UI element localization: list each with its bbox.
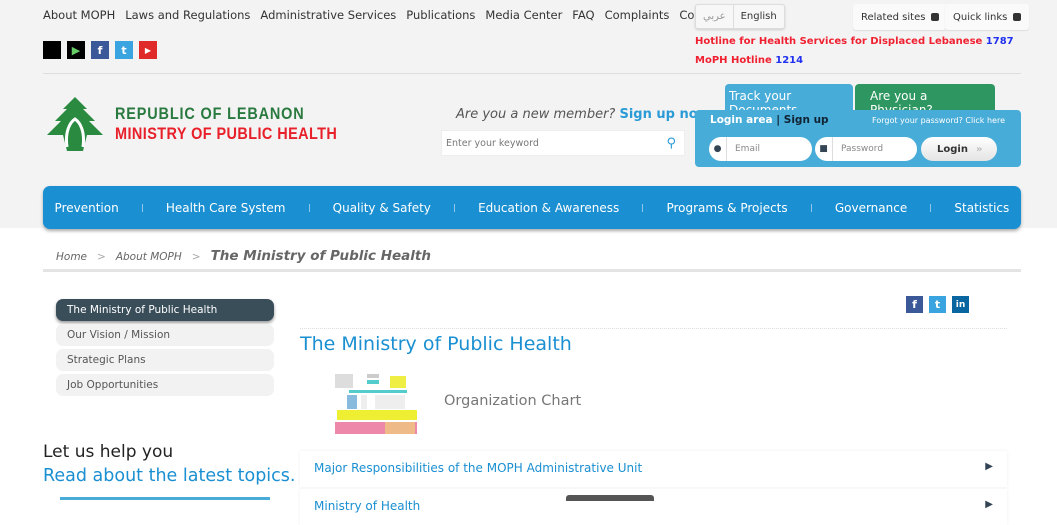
hotline-number: 1787 <box>985 36 1014 47</box>
breadcrumb-separator: > <box>97 251 106 263</box>
accordion-item[interactable]: Ministry of Health ▶ <box>300 489 1007 525</box>
nav-statistics[interactable]: Statistics <box>954 201 1009 215</box>
accordion-item[interactable]: Major Responsibilities of the MOPH Admin… <box>300 451 1007 487</box>
nav-separator <box>454 203 455 212</box>
breadcrumb-separator: > <box>191 251 201 263</box>
divider <box>43 269 1021 272</box>
breadcrumb-about[interactable]: About MOPH <box>116 251 182 263</box>
quick-links-label: Quick links <box>953 11 1008 23</box>
related-sites-button[interactable]: Related sites <box>853 4 948 30</box>
search-placeholder: Enter your keyword <box>446 138 539 149</box>
nav-separator <box>308 203 310 212</box>
login-button[interactable]: Login » <box>921 137 997 161</box>
help-title: Let us help you <box>43 442 174 462</box>
divider <box>43 73 1021 74</box>
hotline-text: Hotline for Health Services for Displace… <box>695 36 983 47</box>
org-chart-label[interactable]: Organization Chart <box>444 393 581 409</box>
top-link-complaints[interactable]: Complaints <box>605 8 670 22</box>
quick-links-button[interactable]: Quick links <box>945 4 1030 30</box>
breadcrumb-current: The Ministry of Public Health <box>210 248 431 264</box>
linkedin-share-icon[interactable]: in <box>952 296 969 313</box>
logo-line1: REPUBLIC OF LEBANON <box>115 104 305 123</box>
password-placeholder: Password <box>841 144 884 154</box>
top-link-admin-services[interactable]: Administrative Services <box>260 8 396 22</box>
tab-track-documents[interactable]: Track your Documents <box>725 84 853 117</box>
login-sign-up-link[interactable]: | Sign up <box>776 114 828 126</box>
page-title: The Ministry of Public Health <box>300 333 572 355</box>
nav-education-awareness[interactable]: Education & Awareness <box>478 201 619 215</box>
forgot-password-link[interactable]: Forgot your password? Click here <box>872 116 1005 125</box>
email-placeholder: Email <box>735 144 760 154</box>
nav-governance[interactable]: Governance <box>835 201 907 215</box>
nav-separator <box>141 203 143 212</box>
top-link-faq[interactable]: FAQ <box>572 8 594 22</box>
breadcrumb-home[interactable]: Home <box>56 251 87 263</box>
nav-separator <box>930 203 932 212</box>
cedar-logo-icon <box>47 97 103 151</box>
top-link-publications[interactable]: Publications <box>406 8 475 22</box>
email-field[interactable]: ● Email <box>709 137 812 161</box>
org-chart-thumbnail[interactable] <box>335 374 419 434</box>
top-link-about[interactable]: About MOPH <box>43 8 115 22</box>
main-nav: Prevention Health Care System Quality & … <box>43 186 1021 229</box>
hotline-text: MoPH Hotline <box>695 55 772 66</box>
user-icon: ● <box>709 137 727 161</box>
lock-icon: ■ <box>815 137 833 161</box>
sidebar-item-ministry[interactable]: The Ministry of Public Health <box>56 299 274 321</box>
nav-prevention[interactable]: Prevention <box>55 201 119 215</box>
language-switch: عربي English <box>695 4 785 29</box>
facebook-share-icon[interactable]: f <box>906 296 923 313</box>
top-link-media[interactable]: Media Center <box>485 8 562 22</box>
twitter-share-icon[interactable]: t <box>929 296 946 313</box>
related-sites-label: Related sites <box>861 11 926 23</box>
nav-health-care-system[interactable]: Health Care System <box>166 201 286 215</box>
nav-programs-projects[interactable]: Programs & Projects <box>666 201 787 215</box>
facebook-icon[interactable]: f <box>91 41 109 59</box>
password-field[interactable]: ■ Password <box>815 137 917 161</box>
breadcrumb: Home > About MOPH > The Ministry of Public… <box>56 248 431 264</box>
caret-right-icon: ▶ <box>985 461 993 472</box>
divider <box>300 328 1007 329</box>
caret-right-icon: ▶ <box>985 499 993 510</box>
login-panel: Login area | Sign up Forgot your passwor… <box>695 110 1021 167</box>
accordion-label: Major Responsibilities of the MOPH Admin… <box>314 461 643 475</box>
sidebar-item-strategic-plans[interactable]: Strategic Plans <box>56 349 274 371</box>
accordion-label: Ministry of Health <box>314 499 421 513</box>
new-member-prompt: Are you a new member? Sign up now <box>456 107 710 122</box>
search-input[interactable]: Enter your keyword ⚲ <box>441 130 685 156</box>
tab-physician[interactable]: Are you a Physician? <box>855 84 995 117</box>
hotline-number: 1214 <box>775 55 804 66</box>
sidebar-item-vision[interactable]: Our Vision / Mission <box>56 324 274 346</box>
twitter-icon[interactable]: t <box>115 41 133 59</box>
lang-english[interactable]: English <box>734 5 784 28</box>
lang-arabic[interactable]: عربي <box>696 5 734 28</box>
nav-quality-safety[interactable]: Quality & Safety <box>333 201 431 215</box>
logo[interactable]: REPUBLIC OF LEBANON MINISTRY OF PUBLIC H… <box>43 95 377 153</box>
search-icon[interactable]: ⚲ <box>666 136 676 151</box>
google-play-icon[interactable]: ▶ <box>67 41 85 59</box>
app-social-links: ▶ f t ▶ <box>43 41 157 59</box>
member-question: Are you a new member? <box>456 107 616 122</box>
hotline-displaced: Hotline for Health Services for Displace… <box>695 36 1014 47</box>
login-label: Login <box>937 143 968 155</box>
youtube-icon[interactable]: ▶ <box>139 41 157 59</box>
login-area-label: Login area <box>710 114 773 126</box>
top-link-laws[interactable]: Laws and Regulations <box>125 8 250 22</box>
chevron-right-icon: » <box>975 143 983 155</box>
hotline-moph: MoPH Hotline 1214 <box>695 55 803 66</box>
sidebar-item-jobs[interactable]: Job Opportunities <box>56 374 274 396</box>
tooltip <box>566 495 654 501</box>
nav-separator <box>810 203 812 212</box>
dropdown-icon <box>1013 13 1022 21</box>
top-links: About MOPH Laws and Regulations Administ… <box>43 8 741 22</box>
apple-icon[interactable] <box>43 41 61 59</box>
help-subtitle: Read about the latest topics. <box>43 466 296 486</box>
dropdown-icon <box>931 13 940 21</box>
logo-line2: MINISTRY OF PUBLIC HEALTH <box>115 124 338 143</box>
nav-separator <box>642 203 644 212</box>
share-links: f t in <box>906 296 969 313</box>
